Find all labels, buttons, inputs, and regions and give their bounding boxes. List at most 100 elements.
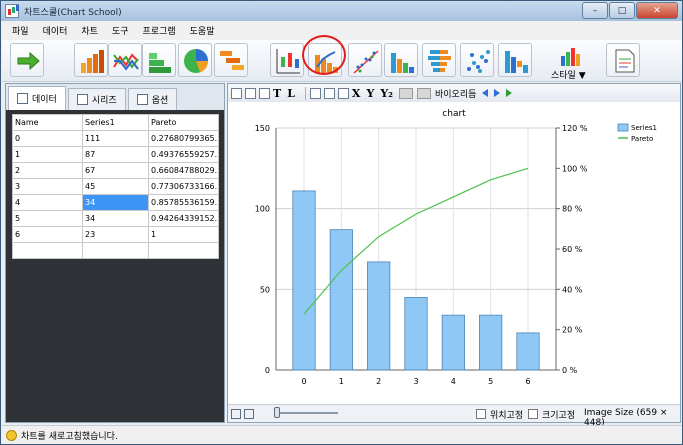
color-swatch[interactable] bbox=[399, 87, 413, 99]
table-cell[interactable]: 87 bbox=[82, 146, 149, 163]
header-series1[interactable]: Series1 bbox=[82, 114, 149, 131]
close-button[interactable]: ✕ bbox=[636, 2, 678, 19]
selection-highlight-circle bbox=[302, 35, 346, 75]
data-grid[interactable]: Name Series1 Pareto 0 111 0.27680799365...… bbox=[12, 114, 219, 259]
table-cell[interactable]: 0 bbox=[12, 130, 83, 147]
table-cell[interactable]: 4 bbox=[12, 194, 83, 211]
menu-chart[interactable]: 차트 bbox=[81, 24, 98, 37]
table-cell[interactable]: 6 bbox=[12, 226, 83, 243]
table-cell[interactable]: 0.49376559257... bbox=[148, 146, 219, 163]
style-chart-icon[interactable] bbox=[547, 46, 597, 66]
wrench-icon bbox=[136, 94, 148, 105]
chart-area[interactable]: chart 0 50 100 150 0 % 20 % 40 % 60 % 80 % 100 % 1… bbox=[228, 102, 680, 404]
column-chart-icon[interactable] bbox=[384, 43, 418, 77]
pareto-chart[interactable]: chart 0501001500 %20 %40 %60 %80 %100 %1… bbox=[228, 102, 680, 404]
table-cell[interactable]: 5 bbox=[12, 210, 83, 227]
save-icon[interactable] bbox=[231, 87, 242, 99]
prev-arrow-icon[interactable] bbox=[482, 89, 489, 97]
table-cell[interactable]: 67 bbox=[82, 162, 149, 179]
line-chart-icon[interactable] bbox=[108, 43, 142, 77]
table-cell[interactable]: 34 bbox=[82, 210, 149, 227]
document-icon[interactable] bbox=[606, 43, 640, 77]
gantt-chart-icon[interactable] bbox=[214, 43, 248, 77]
step-chart-icon[interactable] bbox=[142, 43, 176, 77]
tab-series[interactable]: 시리즈 bbox=[67, 88, 126, 110]
menu-file[interactable]: 파일 bbox=[12, 24, 29, 37]
style-dropdown[interactable]: 스타일 ▼ bbox=[551, 68, 586, 81]
maximize-button[interactable]: □ bbox=[609, 2, 635, 19]
menu-help[interactable]: 도움말 bbox=[190, 24, 215, 37]
marker-icon[interactable] bbox=[323, 87, 335, 99]
table-cell[interactable]: 0.85785536159... bbox=[148, 194, 219, 211]
legend-label-pareto: Pareto bbox=[631, 135, 653, 143]
table-cell[interactable] bbox=[12, 242, 83, 259]
minimize-button[interactable]: – bbox=[582, 2, 608, 19]
table-cell-selected[interactable]: 34 bbox=[82, 194, 149, 211]
biorhythm-button[interactable]: 바이오리듬 bbox=[435, 87, 476, 100]
pie-chart-icon[interactable] bbox=[178, 43, 212, 77]
table-cell[interactable]: 0.77306733166... bbox=[148, 178, 219, 195]
toolbar-divider bbox=[304, 86, 306, 100]
x-tick-label: 1 bbox=[339, 377, 344, 386]
tab-data[interactable]: 데이터 bbox=[8, 86, 66, 110]
zoom-slider-thumb[interactable] bbox=[274, 407, 280, 418]
bar bbox=[441, 314, 465, 371]
table-cell[interactable]: 0.94264339152... bbox=[148, 210, 219, 227]
star-icon[interactable] bbox=[337, 87, 349, 99]
table-cell[interactable] bbox=[82, 242, 149, 259]
x-axis-button[interactable]: X bbox=[352, 87, 361, 100]
table-cell[interactable]: 1 bbox=[12, 146, 83, 163]
table-cell[interactable]: 1 bbox=[148, 226, 219, 243]
title-toggle-button[interactable]: T bbox=[273, 87, 281, 100]
header-name[interactable]: Name bbox=[12, 114, 83, 131]
legend-toggle-button[interactable]: L bbox=[287, 87, 295, 100]
color-swatch[interactable] bbox=[417, 87, 431, 99]
export-icon[interactable] bbox=[259, 87, 270, 99]
fix-size-checkbox[interactable] bbox=[528, 409, 538, 419]
table-cell[interactable]: 45 bbox=[82, 178, 149, 195]
table-row-empty bbox=[12, 242, 219, 259]
table-cell[interactable]: 111 bbox=[82, 130, 149, 147]
tab-series-label: 시리즈 bbox=[91, 96, 117, 106]
table-cell[interactable]: 2 bbox=[12, 162, 83, 179]
bar-chart-icon[interactable] bbox=[74, 43, 108, 77]
menu-tools[interactable]: 도구 bbox=[112, 24, 129, 37]
bar bbox=[404, 296, 428, 371]
bubble-chart-icon[interactable] bbox=[460, 43, 494, 77]
pyramid-chart-icon[interactable] bbox=[422, 43, 456, 77]
table-cell[interactable]: 23 bbox=[82, 226, 149, 243]
chart-toolbar: T L X Y Y₂ 바이오리듬 bbox=[228, 84, 680, 102]
header-pareto[interactable]: Pareto bbox=[148, 114, 219, 131]
fix-position-label: 위치고정 bbox=[490, 411, 524, 421]
y2-tick-label: 0 % bbox=[562, 366, 578, 375]
table-cell[interactable] bbox=[148, 242, 219, 259]
zoom-icon[interactable] bbox=[244, 408, 254, 419]
table-row: 3 45 0.77306733166... bbox=[12, 178, 219, 195]
fit-icon[interactable] bbox=[231, 408, 241, 419]
mixed-chart-icon[interactable] bbox=[498, 43, 532, 77]
title-bar[interactable]: 차트스쿨(Chart School) – □ ✕ bbox=[1, 1, 682, 21]
play-arrow-icon[interactable] bbox=[494, 89, 501, 97]
scatter-line-icon[interactable] bbox=[348, 43, 382, 77]
table-cell[interactable]: 0.27680799365... bbox=[148, 130, 219, 147]
x-tick-label: 2 bbox=[376, 377, 381, 386]
y2-axis-button[interactable]: Y₂ bbox=[380, 87, 393, 100]
menu-data[interactable]: 데이터 bbox=[43, 24, 68, 37]
table-cell[interactable]: 3 bbox=[12, 178, 83, 195]
x-tick-label: 5 bbox=[488, 377, 493, 386]
candle-chart-icon[interactable] bbox=[270, 43, 304, 77]
copy-icon[interactable] bbox=[245, 87, 256, 99]
menu-program[interactable]: 프로그램 bbox=[143, 24, 176, 37]
y2-tick-label: 80 % bbox=[562, 205, 583, 214]
y-axis-button[interactable]: Y bbox=[366, 87, 374, 100]
table-cell[interactable]: 0.66084788029... bbox=[148, 162, 219, 179]
window-title: 차트스쿨(Chart School) bbox=[24, 7, 122, 18]
line-style-icon[interactable] bbox=[309, 87, 321, 99]
zoom-slider-track[interactable] bbox=[274, 412, 338, 414]
status-text: 차트를 새로고침했습니다. bbox=[21, 431, 118, 442]
fix-position-checkbox[interactable] bbox=[476, 409, 486, 419]
arrow-right-icon[interactable] bbox=[10, 43, 44, 77]
next-arrow-icon[interactable] bbox=[506, 89, 513, 97]
tab-options[interactable]: 옵션 bbox=[127, 88, 178, 110]
bar bbox=[292, 190, 316, 371]
